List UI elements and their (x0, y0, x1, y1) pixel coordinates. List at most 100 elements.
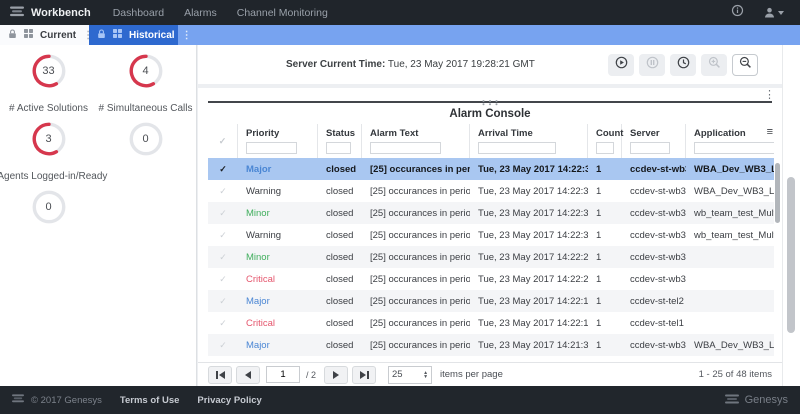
column-filter-input-server[interactable] (630, 142, 670, 154)
page-count-label: / 2 (306, 370, 316, 380)
info-icon[interactable] (731, 4, 744, 22)
table-header-row: ✓Priority Status Alarm TextArrival TimeCou… (208, 124, 774, 158)
column-label: Status (326, 128, 355, 139)
workbench-logo-icon (10, 6, 24, 20)
cell-alarm-text: [25] occurances in period [15000... (362, 164, 470, 175)
gauge-widget-1: 33# Active Solutions (0, 54, 97, 115)
column-header-alarm_text[interactable]: Alarm Text (362, 124, 470, 158)
previous-page-icon[interactable] (236, 366, 260, 384)
table-row[interactable]: ✓Minorclosed[25] occurances in period [1… (208, 246, 774, 268)
tab-current[interactable]: Current⋮ (0, 25, 89, 45)
page-size-select[interactable]: 25 ▲▼ (388, 366, 432, 384)
zoom-in-button[interactable] (701, 54, 727, 76)
row-checkbox[interactable]: ✓ (208, 252, 238, 263)
cell-application: WBA_Dev_WB3_Linux_WB_CCDE... (686, 164, 774, 175)
table-row[interactable]: ✓Warningclosed[25] occurances in period … (208, 224, 774, 246)
row-checkbox[interactable]: ✓ (208, 164, 238, 175)
first-page-icon[interactable] (208, 366, 232, 384)
page-scrollbar-thumb[interactable] (787, 177, 795, 333)
content-column: Server Current Time: Tue, 23 May 2017 19… (197, 45, 782, 386)
pause-button[interactable] (639, 54, 665, 76)
column-header-server[interactable]: Server (622, 124, 686, 158)
main-area: 33# Active Solutions4# Simultaneous Call… (0, 45, 800, 386)
cell-priority: Warning (238, 186, 318, 197)
kebab-menu-icon[interactable]: ⋮ (764, 88, 775, 101)
cell-status: closed (318, 230, 362, 241)
column-filter-input-application[interactable] (694, 142, 774, 154)
table-row[interactable]: ✓Majorclosed[25] occurances in period [1… (208, 158, 774, 180)
kebab-menu-icon[interactable]: ⋮ (182, 30, 192, 41)
next-page-icon[interactable] (324, 366, 348, 384)
cell-server: ccdev-st-wb3 (622, 230, 686, 241)
table-row[interactable]: ✓Criticalclosed[25] occurances in period… (208, 268, 774, 290)
nav-item-channel-monitoring[interactable]: Channel Monitoring (237, 7, 328, 19)
panel-handle-row: ⋮ (198, 88, 782, 101)
cell-status: closed (318, 340, 362, 351)
column-filter-input-alarm_text[interactable] (370, 142, 441, 154)
column-filter-input-count[interactable] (596, 142, 614, 154)
cell-count: 1 (588, 274, 622, 285)
cell-status: closed (318, 296, 362, 307)
row-checkbox[interactable]: ✓ (208, 340, 238, 351)
check-icon: ✓ (219, 186, 227, 196)
drag-handle-icon[interactable] (482, 93, 499, 111)
row-checkbox[interactable]: ✓ (208, 230, 238, 241)
pause-icon (646, 56, 659, 74)
genesys-logo-icon (12, 394, 24, 406)
cell-arrival-time: Tue, 23 May 2017 14:22:31 -0500 (470, 230, 588, 241)
table-row[interactable]: ✓Minorclosed[25] occurances in period [1… (208, 202, 774, 224)
table-row[interactable]: ✓Majorclosed[25] occurances in period [1… (208, 334, 774, 356)
column-header-arrival_time[interactable]: Arrival Time (470, 124, 588, 158)
row-checkbox[interactable]: ✓ (208, 186, 238, 197)
zoom-in-icon (708, 56, 721, 74)
cell-priority: Warning (238, 230, 318, 241)
row-checkbox[interactable]: ✓ (208, 296, 238, 307)
row-checkbox[interactable]: ✓ (208, 208, 238, 219)
cell-count: 1 (588, 164, 622, 175)
user-menu-icon[interactable] (764, 7, 784, 18)
zoom-out-button[interactable] (732, 54, 758, 76)
column-header-count[interactable]: Count (588, 124, 622, 158)
cell-status: closed (318, 186, 362, 197)
gauge-ring: 0 (129, 122, 163, 156)
column-menu-icon[interactable]: ≡ (767, 127, 773, 138)
column-filter-input-priority[interactable] (246, 142, 297, 154)
column-filter-input-arrival_time[interactable] (478, 142, 556, 154)
column-header-status[interactable]: Status (318, 124, 362, 158)
nav-item-dashboard[interactable]: Dashboard (113, 7, 164, 19)
nav-item-alarms[interactable]: Alarms (184, 7, 217, 19)
table-row[interactable]: ✓Criticalclosed[25] occurances in period… (208, 312, 774, 334)
gauge-ring: 33 (32, 54, 66, 88)
gauge-ring: 0 (32, 190, 66, 224)
page-number-input[interactable] (266, 366, 300, 383)
spinner-icon: ▲▼ (423, 371, 428, 379)
gauge-widget-2: 4# Simultaneous Calls (97, 54, 194, 115)
column-header-priority[interactable]: Priority (238, 124, 318, 158)
last-page-icon[interactable] (352, 366, 376, 384)
grid-icon (113, 29, 122, 41)
column-header-application[interactable]: Application (686, 124, 774, 158)
gauge-value: 33 (32, 54, 66, 88)
row-checkbox[interactable]: ✓ (208, 274, 238, 285)
cell-arrival-time: Tue, 23 May 2017 14:22:16 -0500 (470, 318, 588, 329)
table-row[interactable]: ✓Majorclosed[25] occurances in period [1… (208, 290, 774, 312)
cell-count: 1 (588, 208, 622, 219)
cell-arrival-time: Tue, 23 May 2017 14:22:20 -0500 (470, 274, 588, 285)
check-icon: ✓ (219, 230, 227, 240)
clock-button[interactable] (670, 54, 696, 76)
table-row[interactable]: ✓Warningclosed[25] occurances in period … (208, 180, 774, 202)
play-button[interactable] (608, 54, 634, 76)
column-filter-input-status[interactable] (326, 142, 351, 154)
page-scrollbar[interactable] (782, 45, 800, 386)
terms-of-use-link[interactable]: Terms of Use (120, 395, 179, 406)
play-icon (615, 56, 628, 74)
cell-arrival-time: Tue, 23 May 2017 14:21:32 -0500 (470, 340, 588, 351)
table-scrollbar-thumb[interactable] (775, 163, 780, 223)
items-range-label: 1 - 25 of 48 items (699, 369, 772, 380)
column-header-select[interactable]: ✓ (208, 124, 238, 158)
tab-historical[interactable]: Historical⋮ (89, 25, 178, 45)
genesys-logo-icon (725, 394, 739, 407)
cell-alarm-text: [25] occurances in period [15000... (362, 340, 470, 351)
privacy-policy-link[interactable]: Privacy Policy (197, 395, 261, 406)
row-checkbox[interactable]: ✓ (208, 318, 238, 329)
